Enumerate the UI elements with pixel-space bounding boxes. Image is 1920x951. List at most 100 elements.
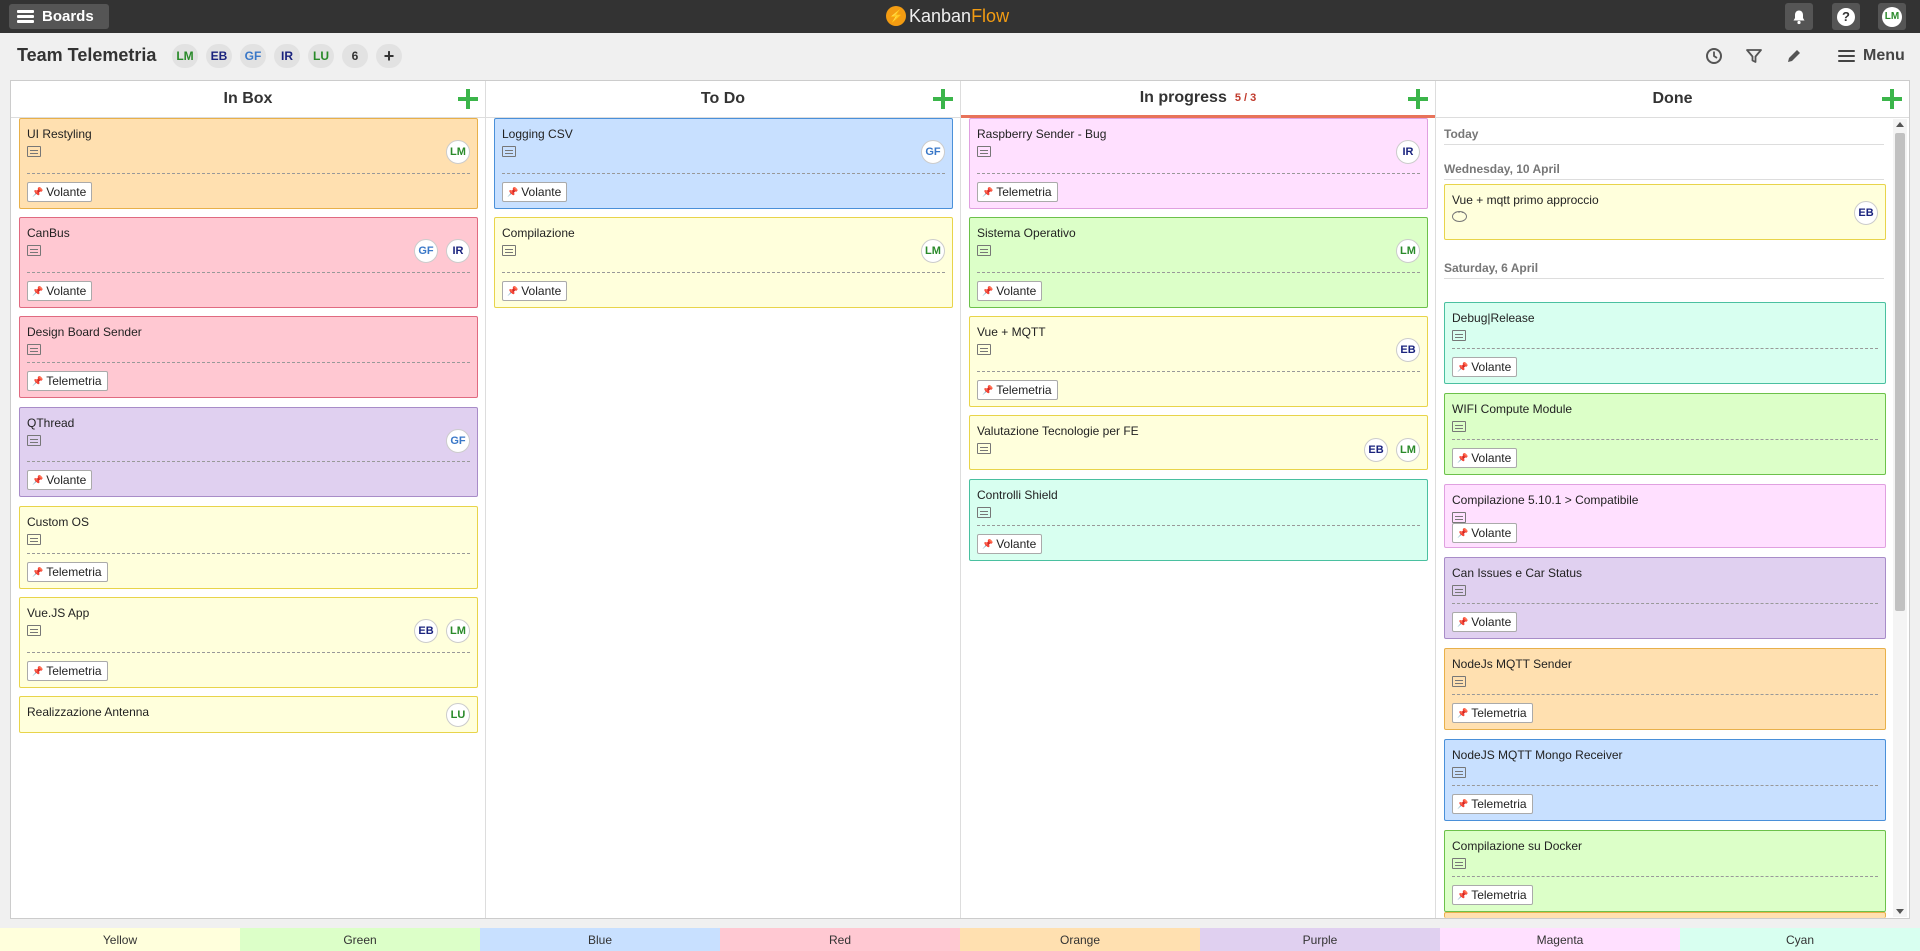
menu-label: Menu — [1863, 47, 1905, 64]
task-title: Valutazione Tecnologie per FE — [977, 424, 1139, 438]
assignee-avatar[interactable]: EB — [1364, 438, 1388, 462]
boards-button[interactable]: Boards — [9, 4, 109, 29]
task-card[interactable]: NodeJs MQTT Sender 📌 Telemetria — [1444, 648, 1886, 730]
notifications-button[interactable] — [1785, 3, 1813, 30]
column-done: Done Today Wednesday, 10 April Saturday,… — [1436, 81, 1909, 918]
task-tag[interactable]: 📌 Telemetria — [977, 182, 1058, 202]
task-tag[interactable]: 📌 Volante — [1452, 448, 1518, 468]
assignee-avatar[interactable]: LM — [1396, 239, 1420, 263]
history-button[interactable] — [1705, 42, 1723, 70]
pin-icon: 📌 — [32, 474, 44, 485]
task-tag[interactable]: 📌 Volante — [977, 534, 1043, 554]
task-card[interactable]: Custom OS 📌 Telemetria — [19, 506, 478, 589]
task-card[interactable]: CanBus 📌 Volante GF IR — [19, 217, 478, 308]
assignee-avatar[interactable]: GF — [414, 239, 438, 263]
task-card[interactable]: Vue.JS App 📌 Telemetria EB LM — [19, 597, 478, 688]
assignee-avatar[interactable]: EB — [1396, 338, 1420, 362]
task-tag[interactable]: 📌 Telemetria — [27, 562, 108, 582]
task-tag[interactable]: 📌 Telemetria — [1452, 885, 1533, 905]
task-tag[interactable]: 📌 Volante — [502, 182, 568, 202]
color-filter-orange[interactable]: Orange — [960, 928, 1200, 951]
edit-board-button[interactable] — [1785, 42, 1803, 70]
task-tag[interactable]: 📌 Volante — [27, 470, 93, 490]
color-filter-yellow[interactable]: Yellow — [0, 928, 240, 951]
task-title: Raspberry Sender - Bug — [977, 127, 1107, 141]
add-task-button[interactable] — [1408, 89, 1428, 109]
task-card[interactable]: Vue + MQTT 📌 Telemetria EB — [969, 316, 1428, 407]
assignee-avatar[interactable]: IR — [446, 239, 470, 263]
task-card[interactable]: Valutazione Tecnologie per FE EB LM — [969, 415, 1428, 470]
tag-label: Volante — [1471, 360, 1512, 374]
assignee-avatar[interactable]: EB — [1854, 201, 1878, 225]
task-card[interactable]: Vue + mqtt primo approccio EB — [1444, 184, 1886, 240]
assignee-avatar[interactable]: GF — [921, 140, 945, 164]
task-card[interactable]: Controlli Shield 📌 Volante — [969, 479, 1428, 561]
kanbanflow-logo[interactable]: ⚡ Kanban Flow — [886, 5, 1009, 27]
color-filter-blue[interactable]: Blue — [480, 928, 720, 951]
scroll-thumb[interactable] — [1895, 133, 1905, 611]
task-tag[interactable]: 📌 Volante — [27, 281, 93, 301]
add-task-button[interactable] — [1882, 89, 1902, 109]
tag-label: Telemetria — [46, 374, 102, 388]
task-card[interactable]: Can Issues e Car Status 📌 Volante — [1444, 557, 1886, 639]
assignee-avatar[interactable]: GF — [446, 429, 470, 453]
add-task-button[interactable] — [458, 89, 478, 109]
member-avatar[interactable]: LU — [308, 44, 334, 68]
task-tag[interactable]: 📌 Telemetria — [27, 371, 108, 391]
scroll-down-arrow[interactable] — [1896, 909, 1904, 914]
task-tag[interactable]: 📌 Telemetria — [27, 661, 108, 681]
task-card[interactable]: Compilazione 5.10.1 > Compatibile 📌 Volant… — [1444, 484, 1886, 548]
column-header: To Do — [486, 81, 960, 118]
tag-label: Telemetria — [1471, 888, 1527, 902]
color-filter-magenta[interactable]: Magenta — [1440, 928, 1680, 951]
color-filter-purple[interactable]: Purple — [1200, 928, 1440, 951]
member-avatar[interactable]: EB — [206, 44, 232, 68]
assignee-avatar[interactable]: LM — [446, 140, 470, 164]
task-card[interactable]: Raspberry Sender - Bug 📌 Telemetria IR — [969, 118, 1428, 209]
task-tag[interactable]: 📌 Volante — [27, 182, 93, 202]
task-card[interactable]: NodeJS MQTT Mongo Receiver 📌 Telemetria — [1444, 739, 1886, 821]
task-card[interactable]: Logging CSV 📌 Volante GF — [494, 118, 953, 209]
task-card[interactable]: QThread 📌 Volante GF — [19, 407, 478, 497]
task-tag[interactable]: 📌 Volante — [977, 281, 1043, 301]
color-filter-cyan[interactable]: Cyan — [1680, 928, 1920, 951]
color-filter-red[interactable]: Red — [720, 928, 960, 951]
member-count[interactable]: 6 — [342, 44, 368, 68]
task-tag[interactable]: 📌 Telemetria — [1452, 794, 1533, 814]
assignee-avatar[interactable]: LM — [446, 619, 470, 643]
assignee-avatar[interactable]: LM — [921, 239, 945, 263]
task-card[interactable]: Realizzazione Antenna LU — [19, 696, 478, 733]
task-tag[interactable]: 📌 Telemetria — [977, 380, 1058, 400]
task-tag[interactable]: 📌 Volante — [1452, 523, 1518, 543]
user-menu-button[interactable]: LM — [1878, 3, 1906, 30]
task-card[interactable]: Design Board Sender 📌 Telemetria — [19, 316, 478, 398]
task-tag[interactable]: 📌 Telemetria — [1452, 703, 1533, 723]
task-card[interactable] — [1444, 912, 1886, 918]
task-tag[interactable]: 📌 Volante — [1452, 357, 1518, 377]
assignee-avatar[interactable]: LU — [446, 703, 470, 727]
task-card[interactable]: UI Restyling 📌 Volante LM — [19, 118, 478, 209]
task-card[interactable]: Compilazione su Docker 📌 Telemetria — [1444, 830, 1886, 912]
task-card[interactable]: WIFI Compute Module 📌 Volante — [1444, 393, 1886, 475]
scroll-up-arrow[interactable] — [1896, 122, 1904, 127]
add-member-button[interactable]: + — [376, 44, 402, 68]
task-title: Debug|Release — [1452, 311, 1535, 325]
member-avatar[interactable]: IR — [274, 44, 300, 68]
color-filter-green[interactable]: Green — [240, 928, 480, 951]
task-tag[interactable]: 📌 Volante — [502, 281, 568, 301]
assignee-avatar[interactable]: IR — [1396, 140, 1420, 164]
column-title: In progress — [1139, 89, 1227, 106]
member-avatar[interactable]: GF — [240, 44, 266, 68]
task-card[interactable]: Debug|Release 📌 Volante — [1444, 302, 1886, 384]
assignee-avatar[interactable]: LM — [1396, 438, 1420, 462]
assignee-avatar[interactable]: EB — [414, 619, 438, 643]
task-card[interactable]: Sistema Operativo 📌 Volante LM — [969, 217, 1428, 308]
task-tag[interactable]: 📌 Volante — [1452, 612, 1518, 632]
menu-button[interactable]: Menu — [1838, 42, 1905, 70]
member-avatar[interactable]: LM — [172, 44, 198, 68]
add-task-button[interactable] — [933, 89, 953, 109]
filter-button[interactable] — [1745, 42, 1763, 70]
done-scrollbar[interactable] — [1893, 119, 1907, 917]
help-button[interactable]: ? — [1832, 3, 1860, 30]
task-card[interactable]: Compilazione 📌 Volante LM — [494, 217, 953, 308]
